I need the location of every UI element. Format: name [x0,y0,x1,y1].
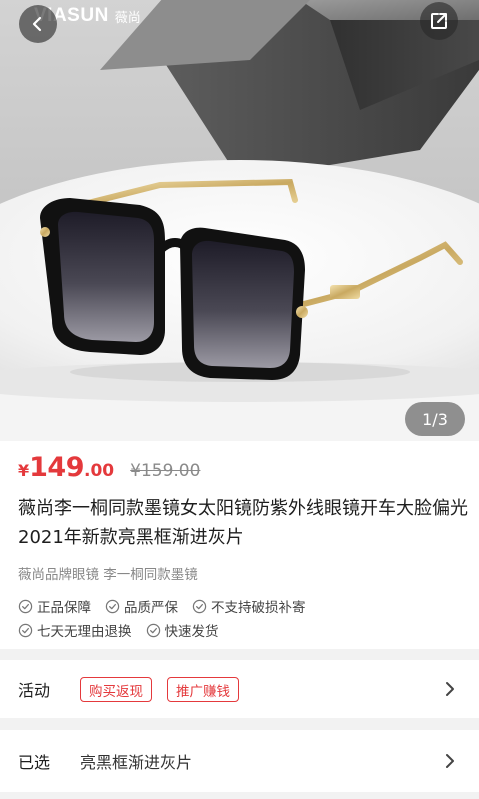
activity-row[interactable]: 活动 购买返现 推广赚钱 [0,660,479,718]
selected-label: 已选 [18,753,51,772]
service-badge: 品质严保 [105,596,178,616]
service-badge: 快速发货 [146,620,219,640]
service-badge: 七天无理由退换 [18,620,132,640]
badge-row: 正品保障 品质严保 不支持破损补寄 [18,594,468,618]
promo-tag-affiliate[interactable]: 推广赚钱 [167,677,239,702]
promo-tag-cashback[interactable]: 购买返现 [80,677,152,702]
check-circle-icon [105,599,120,613]
price-currency: ¥ [18,461,30,480]
chevron-right-icon [446,754,454,768]
price-decimal: .00 [84,461,115,481]
product-info-card: ¥ 149 .00 ¥159.00 薇尚李一桐同款墨镜女太阳镜防紫外线眼镜开车大… [0,441,479,649]
service-badges[interactable]: 正品保障 品质严保 不支持破损补寄 七天无理由退换 快速发货 [18,594,468,642]
check-circle-icon [18,599,33,613]
check-circle-icon [146,623,160,637]
service-badge: 不支持破损补寄 [192,596,306,616]
chevron-right-icon [446,682,454,696]
check-circle-icon [192,599,207,613]
service-badge-label: 七天无理由退换 [37,624,132,640]
image-pager: 1/3 [405,402,465,436]
back-button[interactable] [19,5,57,43]
badge-row: 七天无理由退换 快速发货 [18,618,468,642]
product-photo [0,0,479,441]
service-badge-label: 不支持破损补寄 [211,600,306,616]
original-price: ¥159.00 [130,461,201,481]
back-arrow-icon [32,16,42,32]
service-badge-label: 快速发货 [164,624,219,640]
service-badge: 正品保障 [18,596,91,616]
brand-logo-cn: 薇尚 [114,10,141,26]
service-badge-label: 正品保障 [37,600,91,616]
share-button[interactable] [420,2,458,40]
activity-label: 活动 [18,681,51,700]
product-image-carousel[interactable]: VIASUN 薇尚 1/3 [0,0,479,441]
check-circle-icon [18,623,33,637]
price-integer: 149 [29,452,85,483]
share-icon [431,13,447,29]
service-badge-label: 品质严保 [124,600,178,616]
product-subtitle: 薇尚品牌眼镜 李一桐同款墨镜 [18,567,198,583]
product-title: 薇尚李一桐同款墨镜女太阳镜防紫外线眼镜开车大脸偏光2021年新款亮黑框渐进灰片 [18,498,468,548]
selected-variant-value: 亮黑框渐进灰片 [80,753,193,772]
price-row: ¥ 149 .00 ¥159.00 [18,452,200,483]
selected-variant-row[interactable]: 已选 亮黑框渐进灰片 [0,730,479,792]
